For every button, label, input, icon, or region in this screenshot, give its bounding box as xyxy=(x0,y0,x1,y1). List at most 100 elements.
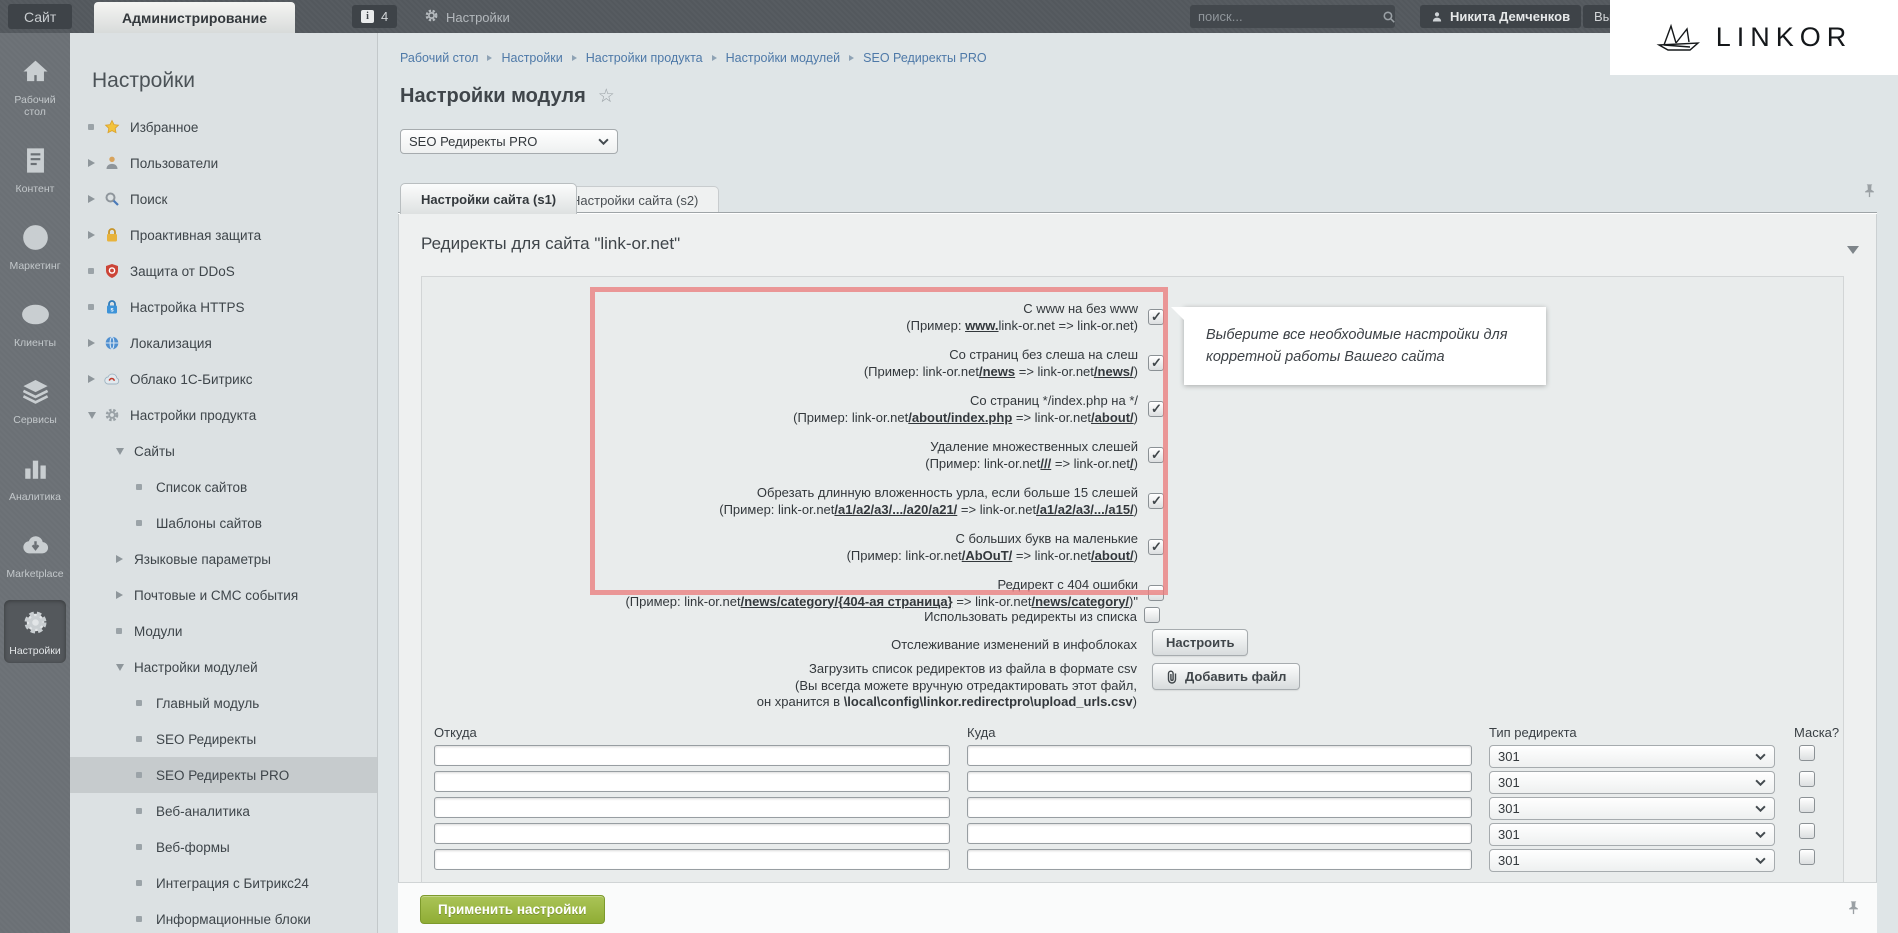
redirect-to-input-1[interactable] xyxy=(967,745,1472,766)
tree-expanded-icon[interactable] xyxy=(116,664,124,671)
option-checkbox-long-url[interactable] xyxy=(1148,493,1164,509)
option-checkbox-lowercase[interactable] xyxy=(1148,539,1164,555)
mask-checkbox-2[interactable] xyxy=(1799,771,1815,787)
tree-collapsed-icon[interactable] xyxy=(116,591,123,599)
option-checkbox-multi-slash[interactable] xyxy=(1148,447,1164,463)
tree-expanded-icon[interactable] xyxy=(88,412,96,419)
tree-collapsed-icon[interactable] xyxy=(88,339,95,347)
menu-item-seo-redirects[interactable]: SEO Редиректы xyxy=(70,721,377,757)
menu-item-site-list[interactable]: Список сайтов xyxy=(70,469,377,505)
menu-item-main-module[interactable]: Главный модуль xyxy=(70,685,377,721)
notifications-button[interactable]: i 4 xyxy=(352,5,397,28)
rail-item-marketing[interactable]: Маркетинг xyxy=(4,215,66,278)
chevron-down-icon xyxy=(1755,831,1766,838)
tree-expanded-icon[interactable] xyxy=(116,448,124,455)
favorite-star-icon[interactable]: ☆ xyxy=(598,87,615,107)
breadcrumb-link[interactable]: Настройки продукта xyxy=(586,51,703,65)
redirect-to-input-2[interactable] xyxy=(967,771,1472,792)
tab-site-s1[interactable]: Настройки сайта (s1) xyxy=(400,183,577,214)
pin-icon[interactable] xyxy=(1862,183,1877,200)
mask-checkbox-1[interactable] xyxy=(1799,745,1815,761)
menu-item-modules[interactable]: Модули xyxy=(70,613,377,649)
redirect-table-row: 301 xyxy=(434,743,1834,769)
module-select[interactable]: SEO Редиректы PRO xyxy=(400,129,618,154)
apply-settings-button[interactable]: Применить настройки xyxy=(420,895,605,924)
tree-collapsed-icon[interactable] xyxy=(88,195,95,203)
option-checkbox-redirect-404[interactable] xyxy=(1148,585,1164,601)
use-list-checkbox[interactable] xyxy=(1144,607,1160,623)
mask-checkbox-5[interactable] xyxy=(1799,849,1815,865)
menu-item-https[interactable]: sНастройка HTTPS xyxy=(70,289,377,325)
search-box xyxy=(1190,5,1395,28)
rail-item-marketplace[interactable]: Marketplace xyxy=(4,523,66,586)
menu-item-bitrix24[interactable]: Интеграция с Битрикс24 xyxy=(70,865,377,901)
menu-item-cloud-1c[interactable]: Облако 1С-Битрикс xyxy=(70,361,377,397)
tab-site[interactable]: Сайт xyxy=(8,4,72,29)
redirect-type-select-4[interactable]: 301 xyxy=(1489,823,1775,846)
option-label: Удаление множественных слешей xyxy=(925,439,1138,456)
page-title: Настройки модуля xyxy=(400,85,586,108)
menu-item-localization[interactable]: Локализация xyxy=(70,325,377,361)
add-file-button[interactable]: Добавить файл xyxy=(1152,663,1300,690)
menu-item-ddos[interactable]: Защита от DDoS xyxy=(70,253,377,289)
breadcrumb-link[interactable]: Настройки модулей xyxy=(726,51,841,65)
menu-item-search[interactable]: Поиск xyxy=(70,181,377,217)
redirect-to-input-5[interactable] xyxy=(967,849,1472,870)
csv-line2: (Вы всегда можете вручную отредактироват… xyxy=(795,678,1137,693)
rail-item-settings[interactable]: Настройки xyxy=(4,600,66,663)
menu-item-favorites[interactable]: Избранное xyxy=(70,109,377,145)
user-button[interactable]: Никита Демченков xyxy=(1420,5,1581,28)
pin-icon[interactable] xyxy=(1846,900,1861,917)
redirect-type-select-2[interactable]: 301 xyxy=(1489,771,1775,794)
menu-item-web-forms[interactable]: Веб-формы xyxy=(70,829,377,865)
rail-item-content[interactable]: Контент xyxy=(4,138,66,201)
menu-item-web-analytics[interactable]: Веб-аналитика xyxy=(70,793,377,829)
rail-item-label: Аналитика xyxy=(9,491,61,503)
tab-administration[interactable]: Администрирование xyxy=(94,2,295,33)
tree-collapsed-icon[interactable] xyxy=(88,159,95,167)
redirect-from-input-5[interactable] xyxy=(434,849,950,870)
mask-checkbox-4[interactable] xyxy=(1799,823,1815,839)
menu-item-site-templates[interactable]: Шаблоны сайтов xyxy=(70,505,377,541)
breadcrumb-link[interactable]: Рабочий стол xyxy=(400,51,478,65)
menu-item-proactive[interactable]: Проактивная защита xyxy=(70,217,377,253)
option-checkbox-trailing-slash[interactable] xyxy=(1148,355,1164,371)
tree-collapsed-icon[interactable] xyxy=(88,231,95,239)
menu-item-infoblocks[interactable]: Информационные блоки xyxy=(70,901,377,933)
option-checkbox-index-php[interactable] xyxy=(1148,401,1164,417)
menu-item-module-settings[interactable]: Настройки модулей xyxy=(70,649,377,685)
menu-item-label: Главный модуль xyxy=(156,696,259,711)
redirect-type-select-1[interactable]: 301 xyxy=(1489,745,1775,768)
search-input[interactable] xyxy=(1190,9,1382,24)
rail-item-desktop[interactable]: Рабочий стол xyxy=(4,49,66,124)
rail-item-analytics[interactable]: Аналитика xyxy=(4,446,66,509)
menu-item-product-settings[interactable]: Настройки продукта xyxy=(70,397,377,433)
rail-item-clients[interactable]: 24Клиенты xyxy=(4,292,66,355)
tree-collapsed-icon[interactable] xyxy=(88,375,95,383)
redirect-to-input-3[interactable] xyxy=(967,797,1472,818)
rail-item-services[interactable]: Сервисы xyxy=(4,369,66,432)
redirect-from-input-4[interactable] xyxy=(434,823,950,844)
menu-item-sites[interactable]: Сайты xyxy=(70,433,377,469)
menu-item-label: Облако 1С-Битрикс xyxy=(130,372,253,387)
search-icon[interactable] xyxy=(1382,10,1404,24)
option-checkbox-www[interactable] xyxy=(1148,309,1164,325)
redirect-to-input-4[interactable] xyxy=(967,823,1472,844)
menu-item-seo-redirects-pro[interactable]: SEO Редиректы PRO xyxy=(70,757,377,793)
redirect-from-input-3[interactable] xyxy=(434,797,950,818)
breadcrumb-link[interactable]: SEO Редиректы PRO xyxy=(863,51,986,65)
redirect-from-input-1[interactable] xyxy=(434,745,950,766)
redirect-type-select-3[interactable]: 301 xyxy=(1489,797,1775,820)
tree-collapsed-icon[interactable] xyxy=(116,555,123,563)
topbar-settings-button[interactable]: Настройки xyxy=(424,7,510,27)
configure-button[interactable]: Настроить xyxy=(1152,629,1248,656)
menu-item-mail-sms[interactable]: Почтовые и СМС события xyxy=(70,577,377,613)
mask-checkbox-3[interactable] xyxy=(1799,797,1815,813)
breadcrumb-link[interactable]: Настройки xyxy=(501,51,562,65)
menu-item-lang-params[interactable]: Языковые параметры xyxy=(70,541,377,577)
menu-item-users[interactable]: Пользователи xyxy=(70,145,377,181)
redirect-type-select-5[interactable]: 301 xyxy=(1489,849,1775,872)
section-collapse-icon[interactable] xyxy=(1847,246,1859,254)
redirect-type-value: 301 xyxy=(1498,853,1520,868)
redirect-from-input-2[interactable] xyxy=(434,771,950,792)
